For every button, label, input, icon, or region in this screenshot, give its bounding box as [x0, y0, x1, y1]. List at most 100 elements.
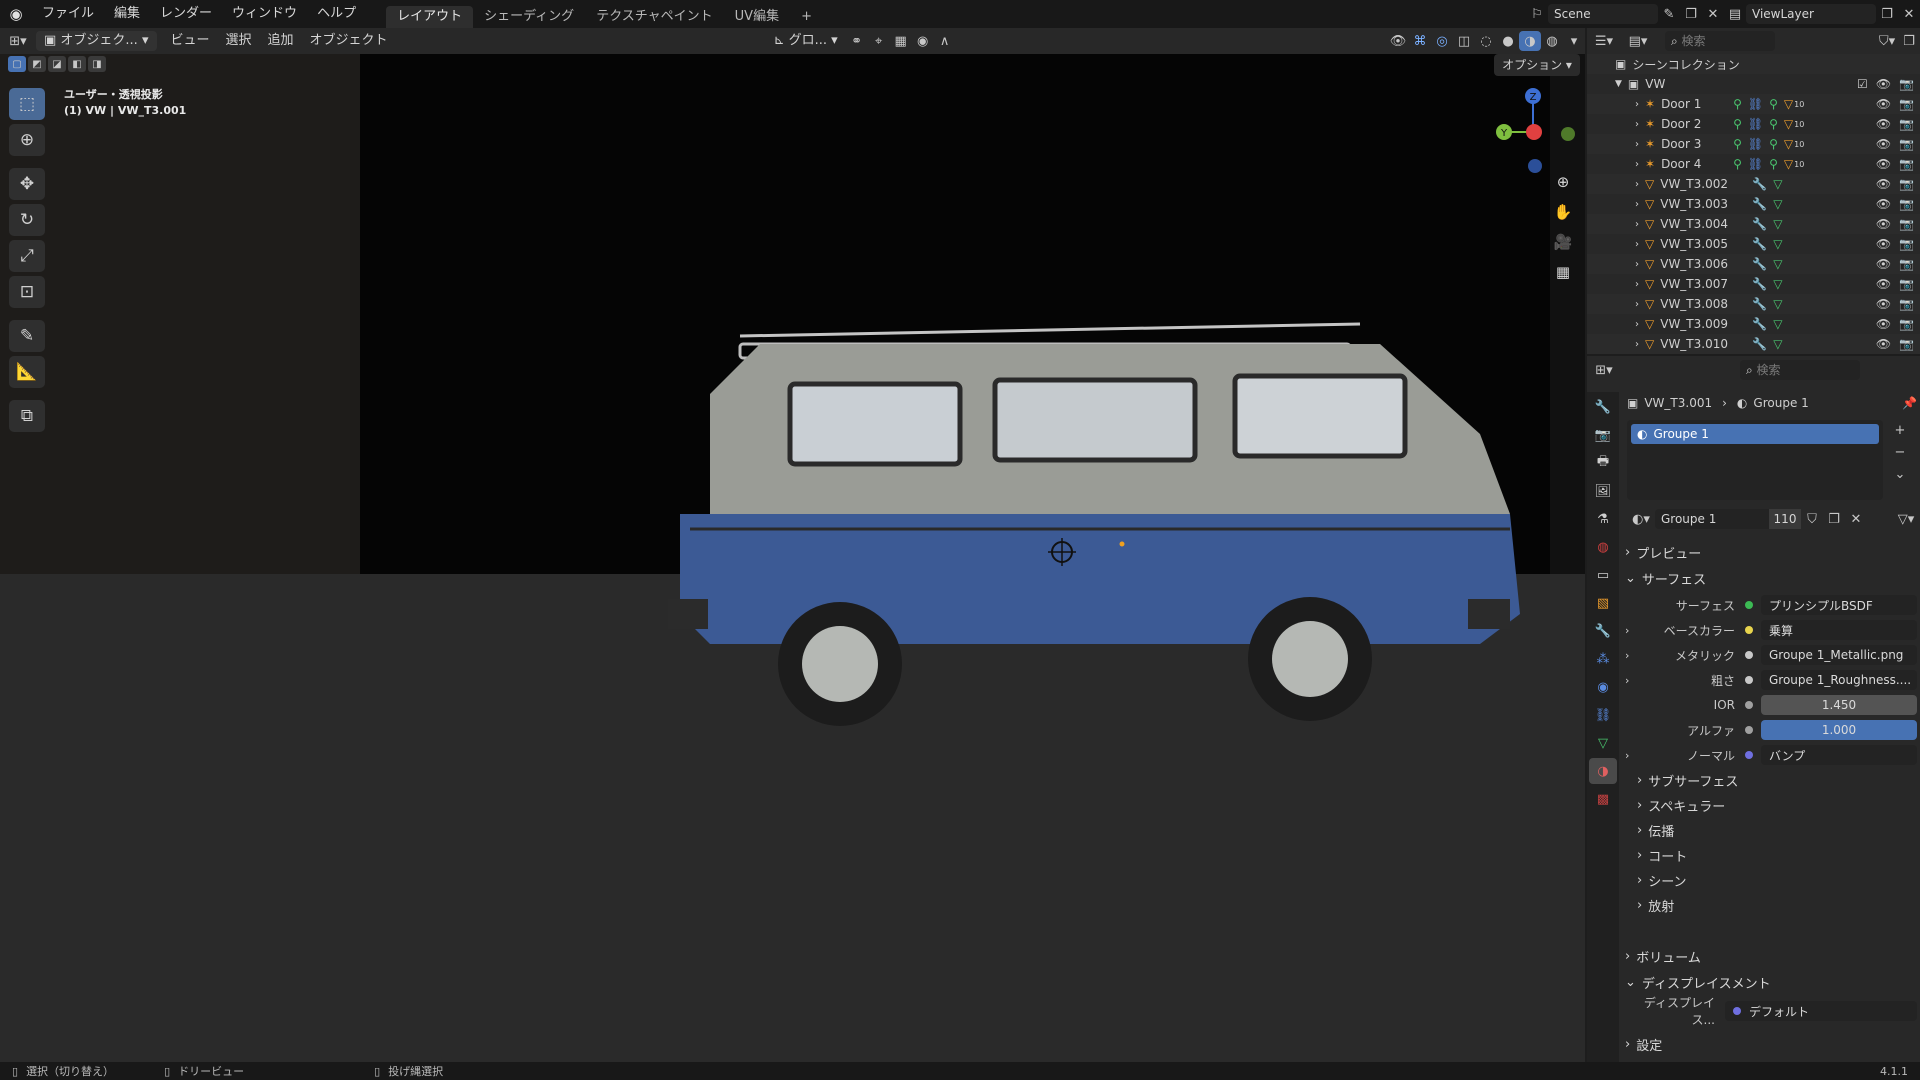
- tab-layout[interactable]: レイアウト: [386, 6, 474, 28]
- collection-vw-row[interactable]: ▼ ▣ VW ☑ 👁 📷: [1587, 74, 1920, 94]
- delete-scene-icon[interactable]: ✕: [1702, 4, 1724, 24]
- menu-object[interactable]: オブジェクト: [302, 31, 396, 51]
- surface-subsection[interactable]: › シーン: [1637, 868, 1920, 892]
- ortho-toggle-icon[interactable]: ▦: [1550, 259, 1576, 285]
- surface-subsection[interactable]: › サブサーフェス: [1637, 768, 1920, 792]
- view-layer-icon[interactable]: ▤: [1724, 4, 1746, 24]
- camera-icon[interactable]: 📷: [1899, 117, 1914, 131]
- menu-file[interactable]: ファイル: [32, 0, 104, 28]
- remove-slot-icon[interactable]: −: [1889, 442, 1911, 462]
- properties-search-input[interactable]: ⌕ 検索: [1740, 360, 1860, 380]
- fake-user-icon[interactable]: ⛉: [1801, 509, 1823, 529]
- view-layer-selector[interactable]: ViewLayer: [1746, 4, 1876, 24]
- section-settings[interactable]: › 設定: [1625, 1032, 1917, 1056]
- transform-orientation-selector[interactable]: ⊾ グロ... ▾: [766, 31, 846, 51]
- modifier-tab-icon[interactable]: 🔧: [1589, 618, 1617, 644]
- material-tab-icon[interactable]: ◑: [1589, 758, 1617, 784]
- properties-editor-type-icon[interactable]: ⊞▾: [1587, 360, 1621, 380]
- scale-tool-icon[interactable]: ⤢: [9, 240, 45, 272]
- camera-icon[interactable]: 📷: [1899, 197, 1914, 211]
- outliner-editor-type-icon[interactable]: ☰▾: [1587, 31, 1621, 51]
- camera-icon[interactable]: 📷: [1899, 77, 1914, 91]
- annotate-tool-icon[interactable]: ✎: [9, 320, 45, 352]
- eye-icon[interactable]: 👁: [1876, 237, 1891, 251]
- constraints-tab-icon[interactable]: ⛓: [1589, 702, 1617, 728]
- camera-icon[interactable]: 📷: [1899, 257, 1914, 271]
- outliner-item-row[interactable]: › ✶ Door 2 ⚲ ⛓ ⚲ ▽ 10 👁 📷: [1587, 114, 1920, 134]
- menu-view[interactable]: ビュー: [163, 31, 218, 51]
- outliner-item-row[interactable]: › ▽ VW_T3.006 🔧 ▽ 👁 📷: [1587, 254, 1920, 274]
- chevron-right-icon[interactable]: ›: [1635, 159, 1639, 170]
- scene-collection-row[interactable]: ▣ シーンコレクション: [1587, 54, 1920, 74]
- prop-value[interactable]: 1.450: [1761, 695, 1917, 715]
- van-model[interactable]: [650, 284, 1530, 744]
- chevron-right-icon[interactable]: ›: [1635, 319, 1639, 330]
- prop-value[interactable]: 乗算: [1761, 620, 1917, 640]
- collection-tab-icon[interactable]: ▭: [1589, 562, 1617, 588]
- proportional-edit-icon[interactable]: ◉: [912, 31, 934, 51]
- menu-add[interactable]: 追加: [260, 31, 302, 51]
- chevron-right-icon[interactable]: ›: [1625, 749, 1639, 762]
- camera-icon[interactable]: 📷: [1899, 217, 1914, 231]
- chevron-right-icon[interactable]: ›: [1635, 339, 1639, 350]
- duplicate-material-icon[interactable]: ❐: [1823, 509, 1845, 529]
- pan-hand-icon[interactable]: ✋: [1550, 199, 1576, 225]
- browse-material-icon[interactable]: ◐▾: [1627, 509, 1655, 529]
- filter-icon[interactable]: ⛉▾: [1876, 31, 1898, 51]
- select-invert-icon[interactable]: ◧: [68, 56, 86, 72]
- eye-icon[interactable]: 👁: [1876, 157, 1891, 171]
- scene-selector[interactable]: Scene: [1548, 4, 1658, 24]
- outliner-item-row[interactable]: › ▽ VW_T3.007 🔧 ▽ 👁 📷: [1587, 274, 1920, 294]
- cursor-tool-icon[interactable]: ⊕: [9, 124, 45, 156]
- display-mode-icon[interactable]: ▤▾: [1621, 31, 1655, 51]
- socket-dot[interactable]: [1745, 751, 1753, 759]
- camera-icon[interactable]: 📷: [1899, 337, 1914, 351]
- shading-material-icon[interactable]: ◑: [1519, 31, 1541, 51]
- chevron-right-icon[interactable]: ›: [1635, 99, 1639, 110]
- surface-subsection[interactable]: › コート: [1637, 843, 1920, 867]
- outliner-item-row[interactable]: › ▽ VW_T3.002 🔧 ▽ 👁 📷: [1587, 174, 1920, 194]
- gizmo-toggle-icon[interactable]: ⌘: [1409, 31, 1431, 51]
- new-scene-icon[interactable]: ❐: [1680, 4, 1702, 24]
- camera-icon[interactable]: 📷: [1899, 97, 1914, 111]
- select-subtract-icon[interactable]: ◪: [48, 56, 66, 72]
- surface-subsection[interactable]: › 放射: [1637, 893, 1920, 917]
- editor-type-icon[interactable]: ⊞▾: [0, 31, 36, 51]
- eye-icon[interactable]: 👁: [1876, 257, 1891, 271]
- scene-icon[interactable]: ⚐: [1526, 4, 1548, 24]
- socket-dot[interactable]: [1745, 701, 1753, 709]
- mode-selector[interactable]: ▣ オブジェク... ▾: [36, 31, 157, 51]
- tab-uv-editing[interactable]: UV編集: [724, 6, 790, 28]
- add-slot-icon[interactable]: +: [1889, 420, 1911, 440]
- 3d-viewport[interactable]: ▢ ◩ ◪ ◧ ◨ ユーザー・透視投影 (1) VW | VW_T3.001 ⬚…: [0, 54, 1585, 1062]
- prop-value[interactable]: バンプ: [1761, 745, 1917, 765]
- prop-value[interactable]: プリンシプルBSDF: [1761, 595, 1917, 615]
- chevron-right-icon[interactable]: ›: [1635, 239, 1639, 250]
- outliner-search-input[interactable]: ⌕ 検索: [1665, 31, 1775, 51]
- material-name-field[interactable]: Groupe 1: [1655, 509, 1769, 529]
- outliner-item-row[interactable]: › ▽ VW_T3.008 🔧 ▽ 👁 📷: [1587, 294, 1920, 314]
- move-tool-icon[interactable]: ✥: [9, 168, 45, 200]
- eye-icon[interactable]: 👁: [1876, 317, 1891, 331]
- displacement-value[interactable]: デフォルト: [1725, 1001, 1917, 1021]
- socket-dot[interactable]: [1745, 651, 1753, 659]
- eye-icon[interactable]: 👁: [1876, 97, 1891, 111]
- chevron-right-icon[interactable]: ›: [1635, 259, 1639, 270]
- section-volume[interactable]: › ボリューム: [1625, 944, 1917, 968]
- visibility-icon[interactable]: 👁: [1387, 31, 1409, 51]
- slot-menu-icon[interactable]: ⌄: [1889, 464, 1911, 484]
- prop-value[interactable]: Groupe 1_Roughness....: [1761, 670, 1917, 690]
- eye-icon[interactable]: 👁: [1876, 117, 1891, 131]
- socket-dot[interactable]: [1745, 676, 1753, 684]
- surface-subsection[interactable]: › スペキュラー: [1637, 793, 1920, 817]
- chevron-right-icon[interactable]: ›: [1635, 179, 1639, 190]
- material-slot-item[interactable]: ◐ Groupe 1: [1631, 424, 1879, 444]
- outliner-item-row[interactable]: › ▽ VW_T3.009 🔧 ▽ 👁 📷: [1587, 314, 1920, 334]
- transform-tool-icon[interactable]: ⊡: [9, 276, 45, 308]
- object-tab-icon[interactable]: ▧: [1589, 590, 1617, 616]
- zoom-icon[interactable]: ⊕: [1550, 169, 1576, 195]
- eye-icon[interactable]: 👁: [1876, 337, 1891, 351]
- outliner-item-row[interactable]: › ▽ VW_T3.010 🔧 ▽ 👁 📷: [1587, 334, 1920, 354]
- camera-icon[interactable]: 📷: [1899, 237, 1914, 251]
- add-cube-tool-icon[interactable]: ⧉: [9, 400, 45, 432]
